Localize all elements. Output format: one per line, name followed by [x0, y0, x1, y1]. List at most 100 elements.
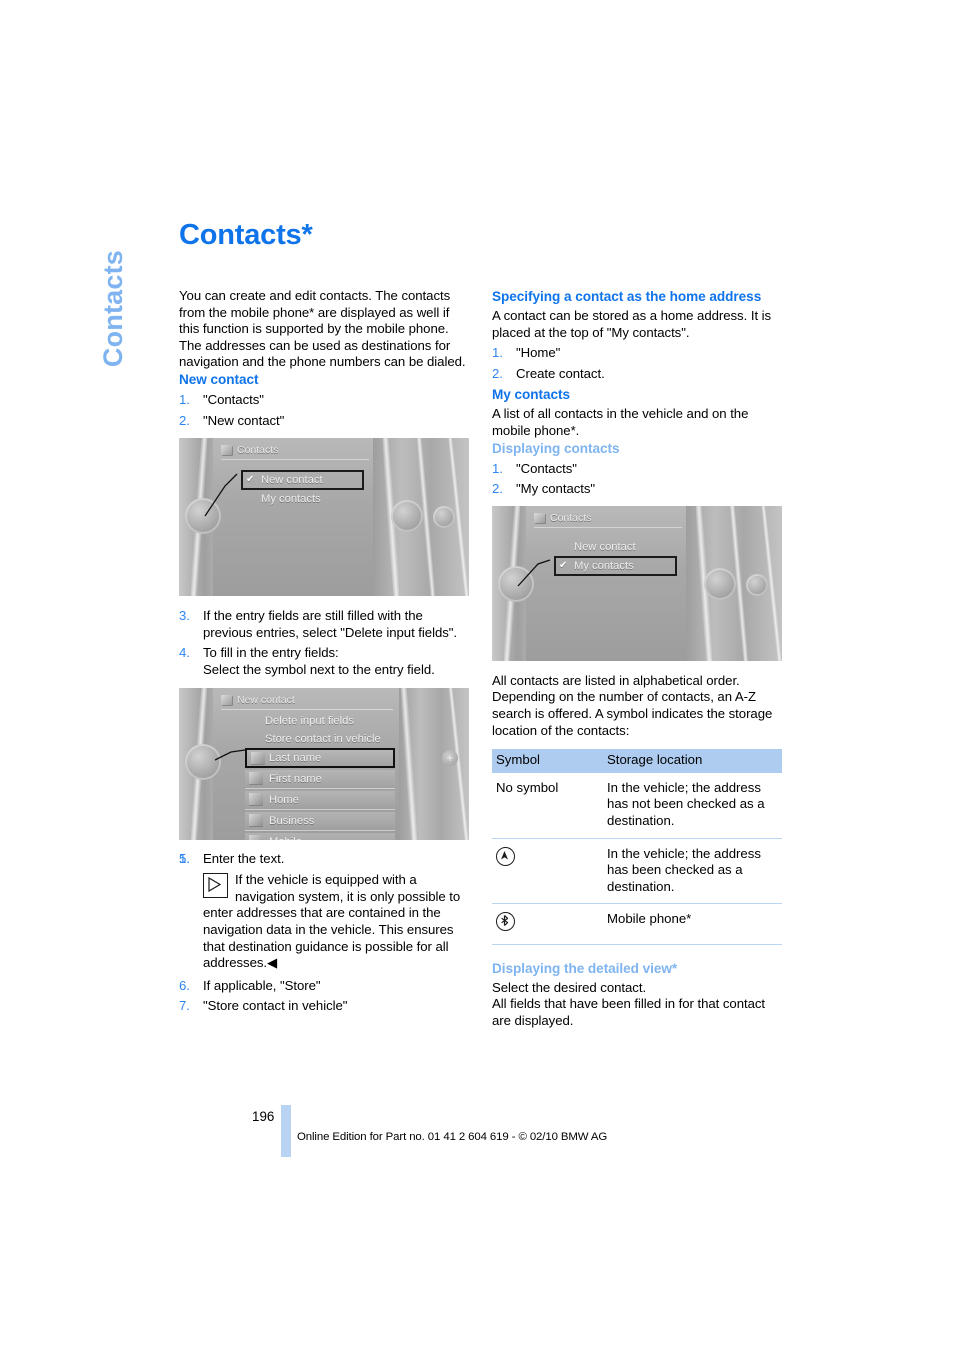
list-item: "Contacts" [492, 460, 577, 477]
list-item: "Store contact in vehicle" [179, 998, 348, 1014]
person-card-icon [251, 751, 265, 764]
note-text: If the vehicle is equipped with a naviga… [203, 872, 461, 971]
heading-displaying-contacts: Displaying contacts [492, 440, 620, 456]
steps-new-contact-3-4: If the entry fields are still filled wit… [179, 608, 469, 678]
screen-header-label: Contacts [550, 511, 592, 524]
screen-header: Contacts [534, 512, 682, 528]
cell-symbol [492, 903, 603, 945]
step4-line2: Select the symbol next to the entry fiel… [203, 661, 435, 677]
idrive-screenshot-contacts-new: Contacts New contact My contacts [179, 438, 469, 597]
steps-new-contact-5: 5. Enter the text. If the vehicle is equ… [179, 851, 469, 972]
list-item: "My contacts" [492, 481, 596, 497]
field-label: First name [269, 772, 322, 785]
field-first-name[interactable]: First name [245, 769, 395, 789]
field-label: Mobile [269, 836, 302, 840]
controller-knob-icon [498, 565, 534, 602]
mobile-phone-icon [249, 834, 263, 840]
controller-knob-icon [433, 506, 455, 529]
intro-paragraph: You can create and edit contacts. The co… [179, 288, 466, 370]
home-icon [249, 792, 263, 805]
list-item: To fill in the entry fields: Select the … [179, 645, 469, 678]
menu-item-store-contact-in-vehicle[interactable]: Store contact in vehicle [245, 730, 395, 748]
step5-text: Enter the text. [203, 850, 285, 866]
list-item: "New contact" [179, 412, 285, 429]
column-header-storage-location: Storage location [603, 749, 782, 773]
list-item: "Contacts" [179, 391, 264, 408]
screen-menu: New contact My contacts [554, 538, 677, 576]
table-header-row: Symbol Storage location [492, 749, 782, 773]
screen-header: New contact [221, 694, 393, 710]
table-row: In the vehicle; the address has been che… [492, 838, 782, 905]
list-item: If the entry fields are still filled wit… [179, 608, 458, 640]
controller-knob-icon [185, 743, 221, 780]
menu-item-delete-input-fields[interactable]: Delete input fields [245, 712, 395, 730]
list-marker: 5. [179, 850, 190, 866]
list-item: If applicable, "Store" [179, 977, 321, 994]
steps-home-address: "Home" Create contact. [492, 345, 782, 382]
cell-location: Mobile phone* [603, 903, 782, 945]
steps-new-contact-6-7: If applicable, "Store" "Store contact in… [179, 978, 469, 1015]
menu-item-new-contact[interactable]: New contact [554, 538, 677, 556]
idrive-screenshot-contacts-my: Contacts New contact My contacts [492, 505, 782, 661]
step4-line1: To fill in the entry fields: [203, 645, 339, 661]
bluetooth-circle-icon [496, 912, 515, 932]
alphabetical-order-paragraph: All contacts are listed in alphabetical … [492, 672, 773, 738]
menu-item-my-contacts[interactable]: My contacts [554, 555, 677, 576]
office-icon [249, 813, 263, 826]
controller-knob-icon [185, 498, 221, 535]
list-item: Create contact. [492, 365, 605, 382]
manual-page: Contacts Contacts* You can create and ed… [0, 0, 954, 1350]
chapter-tab-label: Contacts [98, 250, 128, 368]
menu-item-new-contact[interactable]: New contact [241, 470, 364, 491]
cell-location: In the vehicle; the address has been che… [603, 838, 782, 905]
new-contact-icon [221, 694, 232, 705]
screen-menu: Delete input fields Store contact in veh… [245, 712, 395, 840]
note-block: If the vehicle is equipped with a naviga… [203, 872, 469, 972]
cell-symbol [492, 838, 603, 905]
heading-displaying-detailed-view: Displaying the detailed view* [492, 960, 678, 976]
screen-menu: New contact My contacts [241, 470, 364, 508]
list-item: "Home" [492, 345, 561, 361]
home-address-paragraph: A contact can be stored as a home addres… [492, 308, 772, 340]
page-number: 196 [252, 1109, 275, 1124]
heading-specifying-home-address: Specifying a contact as the home address [492, 289, 762, 304]
page-number-bar [281, 1105, 291, 1157]
left-column: You can create and edit contacts. The co… [179, 288, 469, 1019]
table-row: No symbol In the vehicle; the address ha… [492, 772, 782, 839]
footer-online-edition: Online Edition for Part no. 01 41 2 604 … [297, 1131, 608, 1143]
person-card-icon [249, 771, 263, 784]
detailed-view-line1: Select the desired contact. [492, 979, 647, 995]
page-title: Contacts* [179, 219, 313, 251]
field-label: Home [269, 793, 299, 806]
table-row: Mobile phone* [492, 903, 782, 945]
contacts-book-icon [221, 445, 232, 456]
menu-item-my-contacts[interactable]: My contacts [241, 490, 364, 508]
controller-knob-icon [391, 500, 423, 533]
cell-location: In the vehicle; the address has not been… [603, 772, 782, 839]
column-header-symbol: Symbol [492, 749, 603, 773]
my-contacts-paragraph: A list of all contacts in the vehicle an… [492, 406, 749, 438]
steps-new-contact-1-2: "Contacts" "New contact" [179, 392, 469, 429]
idrive-screenshot-new-contact-fields: + New contact Delete input fields Store … [179, 687, 469, 840]
controller-knob-icon [746, 573, 768, 596]
field-label: Last name [269, 751, 322, 764]
heading-new-contact: New contact [179, 371, 259, 387]
heading-my-contacts: My contacts [492, 387, 571, 403]
field-last-name[interactable]: Last name [245, 747, 395, 768]
field-home[interactable]: Home [245, 790, 395, 810]
detailed-view-line2: All fields that have been filled in for … [492, 996, 766, 1029]
field-mobile[interactable]: Mobile [245, 832, 395, 840]
right-column: Specifying a contact as the home address… [492, 288, 782, 1030]
controller-knob-icon [704, 567, 736, 600]
field-business[interactable]: Business [245, 811, 395, 831]
list-item: 5. Enter the text. If the vehicle is equ… [179, 851, 469, 972]
cell-symbol: No symbol [492, 772, 603, 839]
navigation-arrow-circle-icon [496, 846, 515, 866]
symbol-storage-table: Symbol Storage location No symbol In the… [492, 749, 782, 945]
screen-header-label: New contact [237, 693, 295, 706]
screen-header: Contacts [221, 444, 369, 461]
steps-displaying-contacts: "Contacts" "My contacts" [492, 461, 782, 498]
plus-button-icon[interactable]: + [442, 749, 458, 766]
field-label: Business [269, 814, 315, 827]
screen-header-label: Contacts [237, 444, 279, 457]
